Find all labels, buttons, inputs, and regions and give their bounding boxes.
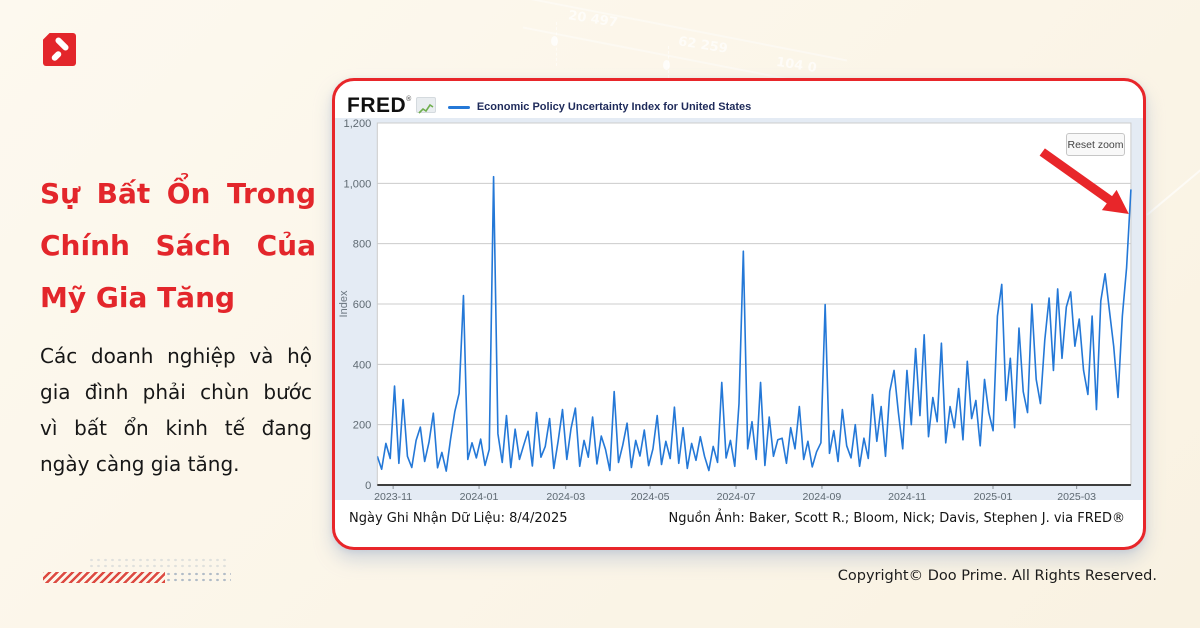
logo-slash-icon xyxy=(54,36,70,52)
svg-text:2024-09: 2024-09 xyxy=(803,491,842,500)
doo-prime-logo xyxy=(43,33,76,66)
watermark-dash xyxy=(556,22,557,66)
chart-legend: Economic Policy Uncertainty Index for Un… xyxy=(448,101,751,113)
subtitle-text: Các doanh nghiệp và hộ gia đình phải chù… xyxy=(40,338,312,482)
svg-text:800: 800 xyxy=(353,239,371,251)
watermark-dot xyxy=(663,60,670,70)
pixel-dot-grid xyxy=(88,557,230,570)
chart-header: FRED ® Economic Policy Uncertainty Index… xyxy=(347,94,751,118)
watermark-line xyxy=(523,0,847,61)
svg-text:200: 200 xyxy=(353,420,371,432)
body-line: gia đình phải chùn bước xyxy=(40,374,312,410)
logo-slash-icon xyxy=(50,50,62,62)
watermark-decor: 20 497 62 259 104 0 xyxy=(520,0,850,82)
body-line: Các doanh nghiệp và hộ xyxy=(40,338,312,374)
svg-text:2023-11: 2023-11 xyxy=(374,491,412,500)
reset-zoom-button[interactable]: Reset zoom xyxy=(1066,133,1125,156)
title-line: Mỹ Gia Tăng xyxy=(40,272,316,324)
svg-text:2024-01: 2024-01 xyxy=(460,491,499,500)
svg-text:0: 0 xyxy=(365,480,371,492)
svg-text:400: 400 xyxy=(353,359,371,371)
watermark-dot xyxy=(551,36,558,46)
title-line: Sự Bất Ổn Trong xyxy=(40,168,316,220)
svg-text:2024-03: 2024-03 xyxy=(546,491,585,500)
watermark-number: 62 259 xyxy=(677,34,728,57)
svg-text:1,200: 1,200 xyxy=(344,118,372,130)
diagonal-decor-line xyxy=(1146,166,1200,215)
svg-text:2024-07: 2024-07 xyxy=(717,491,756,500)
svg-text:1,000: 1,000 xyxy=(344,178,372,190)
svg-text:2025-03: 2025-03 xyxy=(1057,491,1096,500)
chart-card: FRED ® Economic Policy Uncertainty Index… xyxy=(332,78,1146,550)
svg-text:Index: Index xyxy=(338,290,350,317)
data-date-label: Ngày Ghi Nhận Dữ Liệu: 8/4/2025 xyxy=(349,509,568,529)
red-hatch-bar xyxy=(43,572,165,583)
body-line: vì bất ổn kinh tế đang xyxy=(40,410,312,446)
page-title: Sự Bất Ổn Trong Chính Sách Của Mỹ Gia Tă… xyxy=(40,168,316,324)
pixel-dot-grid xyxy=(165,571,231,584)
chart-footer: Ngày Ghi Nhận Dữ Liệu: 8/4/2025 Nguồn Ản… xyxy=(349,509,1125,529)
legend-label: Economic Policy Uncertainty Index for Un… xyxy=(477,101,751,113)
watermark-dash xyxy=(668,46,669,78)
fred-logo: FRED ® xyxy=(347,94,436,118)
svg-text:2024-05: 2024-05 xyxy=(631,491,670,500)
fred-logo-text: FRED xyxy=(347,94,406,118)
svg-text:2025-01: 2025-01 xyxy=(974,491,1013,500)
copyright-text: Copyright© Doo Prime. All Rights Reserve… xyxy=(838,568,1157,584)
svg-text:2024-11: 2024-11 xyxy=(888,491,926,500)
fred-sparkline-icon xyxy=(416,97,436,113)
banner-canvas: { "page": { "background_color": "#fbf5e8… xyxy=(0,0,1200,628)
body-line: ngày càng gia tăng. xyxy=(40,446,312,482)
legend-line-swatch xyxy=(448,106,470,109)
source-credit-label: Nguồn Ảnh: Baker, Scott R.; Bloom, Nick;… xyxy=(668,509,1125,529)
chart-plot-area: 0 200 400 600 800 1,000 1,200 2023-11 2024-01 202… xyxy=(335,118,1143,500)
watermark-number: 20 497 xyxy=(567,8,618,31)
uncertainty-index-line-chart: 0 200 400 600 800 1,000 1,200 2023-11 2024-01 202… xyxy=(335,118,1143,500)
registered-mark: ® xyxy=(406,96,412,103)
svg-text:600: 600 xyxy=(353,299,371,311)
title-line: Chính Sách Của xyxy=(40,220,316,272)
watermark-number: 104 0 xyxy=(775,55,818,76)
